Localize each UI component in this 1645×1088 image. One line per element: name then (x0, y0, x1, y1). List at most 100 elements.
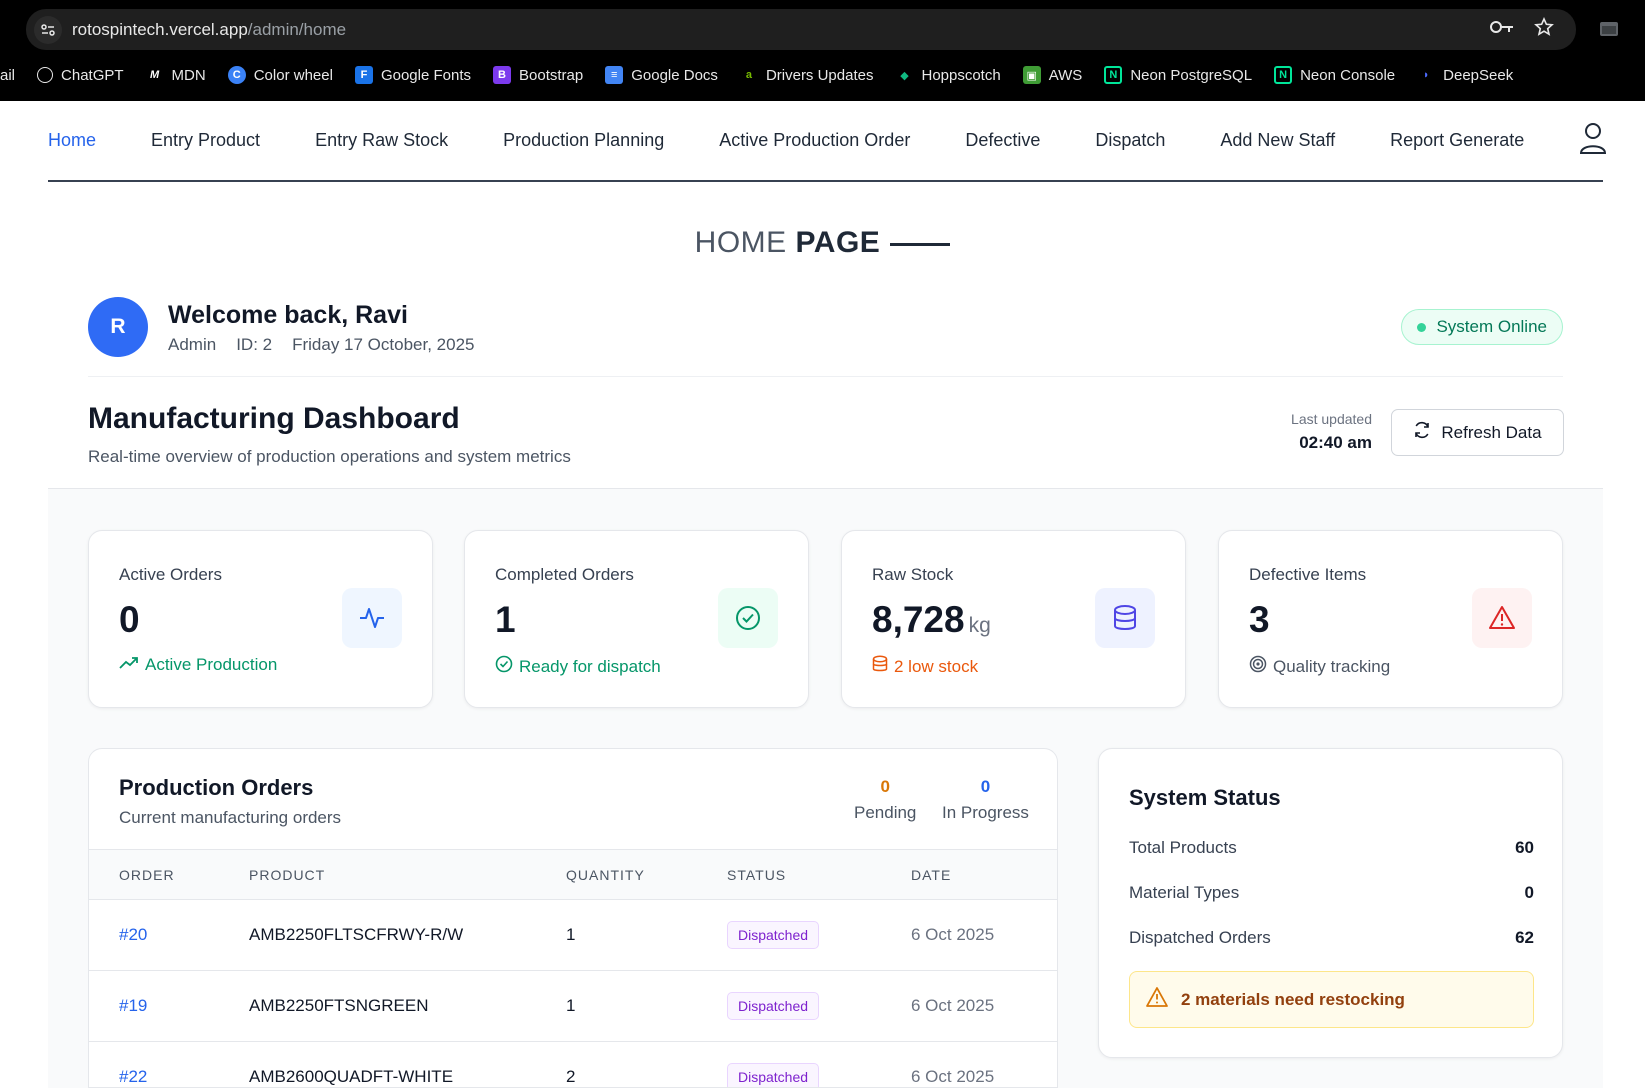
user-role: Admin (168, 335, 217, 354)
bookmark-mdn[interactable]: M MDN (146, 66, 206, 84)
bookmark-bootstrap[interactable]: B Bootstrap (493, 66, 583, 84)
card-defective-items: Defective Items 3 Quality tracking (1218, 530, 1563, 708)
card-value: 8,728 kg (872, 599, 991, 640)
status-badge: Dispatched (727, 921, 820, 949)
mdn-icon: M (149, 69, 160, 81)
dashboard-subtitle: Real-time overview of production operati… (88, 447, 571, 466)
production-orders-panel: Production Orders Current manufacturing … (88, 748, 1058, 1088)
check-circle-icon (718, 588, 778, 648)
bookmark-drivers-updates[interactable]: a Drivers Updates (740, 66, 874, 84)
deepseek-icon: ◗ (1422, 69, 1430, 81)
system-status-title: System Status (1129, 785, 1281, 810)
orders-subtitle: Current manufacturing orders (119, 808, 342, 827)
nav-production-planning[interactable]: Production Planning (503, 130, 664, 151)
site-settings-icon[interactable] (34, 15, 62, 44)
url-path: /admin/home (247, 19, 347, 39)
warning-icon (1145, 986, 1169, 1013)
current-date: Friday 17 October, 2025 (292, 335, 475, 354)
page-title: HOME PAGE (0, 226, 1645, 260)
card-label: Raw Stock (872, 565, 954, 584)
quantity: 1 (566, 925, 576, 944)
order-date: 6 Oct 2025 (911, 996, 995, 1015)
welcome-greeting: Welcome back, Ravi (168, 301, 408, 329)
card-raw-stock: Raw Stock 8,728 kg 2 low stock (841, 530, 1186, 708)
order-id[interactable]: #20 (119, 925, 147, 945)
column-product: PRODUCT (249, 866, 326, 883)
card-unit: kg (968, 614, 991, 637)
table-row[interactable]: #20 AMB2250FLTSCFRWY-R/W 1 Dispatched 6 … (89, 900, 1057, 971)
nav-active-production-order[interactable]: Active Production Order (719, 130, 910, 151)
bookmark-deepseek[interactable]: ◗ DeepSeek (1417, 66, 1513, 84)
user-icon[interactable] (1579, 122, 1607, 159)
card-label: Defective Items (1249, 565, 1367, 584)
nav-defective[interactable]: Defective (965, 130, 1040, 151)
address-bar[interactable]: rotospintech.vercel.app/admin/home (26, 9, 1576, 50)
card-value: 3 (1249, 599, 1270, 640)
bookmark-mail[interactable]: ail (0, 67, 15, 84)
card-footer: Ready for dispatch (495, 655, 661, 678)
color-wheel-icon: C (227, 66, 246, 84)
status-dot-icon (1417, 322, 1427, 332)
card-active-orders: Active Orders 0 Active Production (88, 530, 433, 708)
table-row[interactable]: #22 AMB2600QUADFT-WHITE 2 Dispatched 6 O… (89, 1042, 1057, 1087)
google-docs-icon: ≡ (605, 66, 624, 84)
nav-home[interactable]: Home (48, 130, 96, 151)
trending-up-icon (119, 655, 139, 675)
order-date: 6 Oct 2025 (911, 925, 995, 944)
bookmark-chatgpt[interactable]: ChatGPT (37, 67, 124, 84)
welcome-section: R Welcome back, Ravi Admin ID: 2 Friday … (88, 297, 1563, 377)
title-underline (890, 242, 951, 246)
card-footer: Active Production (119, 655, 277, 675)
nav-entry-raw-stock[interactable]: Entry Raw Stock (315, 130, 448, 151)
last-updated: Last updated 02:40 am (1291, 411, 1372, 453)
product-name: AMB2250FLTSCFRWY-R/W (249, 925, 464, 944)
status-row-total-products: Total Products 60 (1129, 838, 1534, 857)
pending-stat: 0 Pending (854, 777, 917, 822)
nav-dispatch[interactable]: Dispatch (1095, 130, 1165, 151)
order-id[interactable]: #19 (119, 996, 147, 1016)
bookmark-neon-postgresql[interactable]: N Neon PostgreSQL (1104, 66, 1252, 84)
nav-add-new-staff[interactable]: Add New Staff (1220, 130, 1335, 151)
bookmark-hoppscotch[interactable]: ◆ Hoppscotch (895, 66, 1000, 84)
bookmark-google-docs[interactable]: ≡ Google Docs (605, 66, 718, 84)
refresh-data-button[interactable]: Refresh Data (1391, 409, 1564, 456)
nav-entry-product[interactable]: Entry Product (151, 130, 260, 151)
tab-search-icon[interactable] (1598, 18, 1620, 45)
neon-icon: N (1274, 66, 1293, 84)
dashboard-title: Manufacturing Dashboard (88, 402, 460, 435)
column-quantity: QUANTITY (566, 866, 645, 883)
card-value: 1 (495, 599, 516, 640)
status-badge: Dispatched (727, 992, 820, 1020)
orders-title: Production Orders (119, 775, 314, 800)
column-order: ORDER (119, 866, 175, 883)
table-row[interactable]: #19 AMB2250FTSNGREEN 1 Dispatched 6 Oct … (89, 971, 1057, 1042)
card-label: Completed Orders (495, 565, 634, 584)
password-key-icon[interactable] (1490, 20, 1514, 39)
bookmark-color-wheel[interactable]: C Color wheel (227, 66, 333, 84)
avatar: R (88, 297, 148, 357)
table-header: ORDER PRODUCT QUANTITY STATUS DATE (89, 849, 1057, 900)
in-progress-stat: 0 In Progress (942, 777, 1029, 822)
status-row-material-types: Material Types 0 (1129, 883, 1534, 902)
bookmark-star-icon[interactable] (1534, 17, 1554, 42)
system-online-badge: System Online (1401, 309, 1563, 345)
bookmark-aws[interactable]: ▣ AWS (1022, 66, 1082, 84)
chatgpt-icon (37, 67, 54, 83)
card-completed-orders: Completed Orders 1 Ready for dispatch (464, 530, 809, 708)
bookmark-neon-console[interactable]: N Neon Console (1274, 66, 1395, 84)
nav-report-generate[interactable]: Report Generate (1390, 130, 1524, 151)
url-text[interactable]: rotospintech.vercel.app/admin/home (72, 20, 346, 40)
neon-icon: N (1104, 66, 1123, 84)
hoppscotch-icon: ◆ (900, 69, 909, 82)
nvidia-icon: a (745, 69, 752, 81)
bookmark-google-fonts[interactable]: F Google Fonts (354, 66, 471, 84)
database-icon (872, 655, 888, 678)
order-id[interactable]: #22 (119, 1067, 147, 1087)
card-value: 0 (119, 599, 140, 640)
status-row-dispatched-orders: Dispatched Orders 62 (1129, 928, 1534, 947)
card-label: Active Orders (119, 565, 222, 584)
card-footer: Quality tracking (1249, 655, 1390, 678)
main-nav: Home Entry Product Entry Raw Stock Produ… (48, 101, 1607, 182)
system-status-panel: System Status Total Products 60 Material … (1098, 748, 1563, 1058)
check-circle-icon (495, 655, 513, 678)
